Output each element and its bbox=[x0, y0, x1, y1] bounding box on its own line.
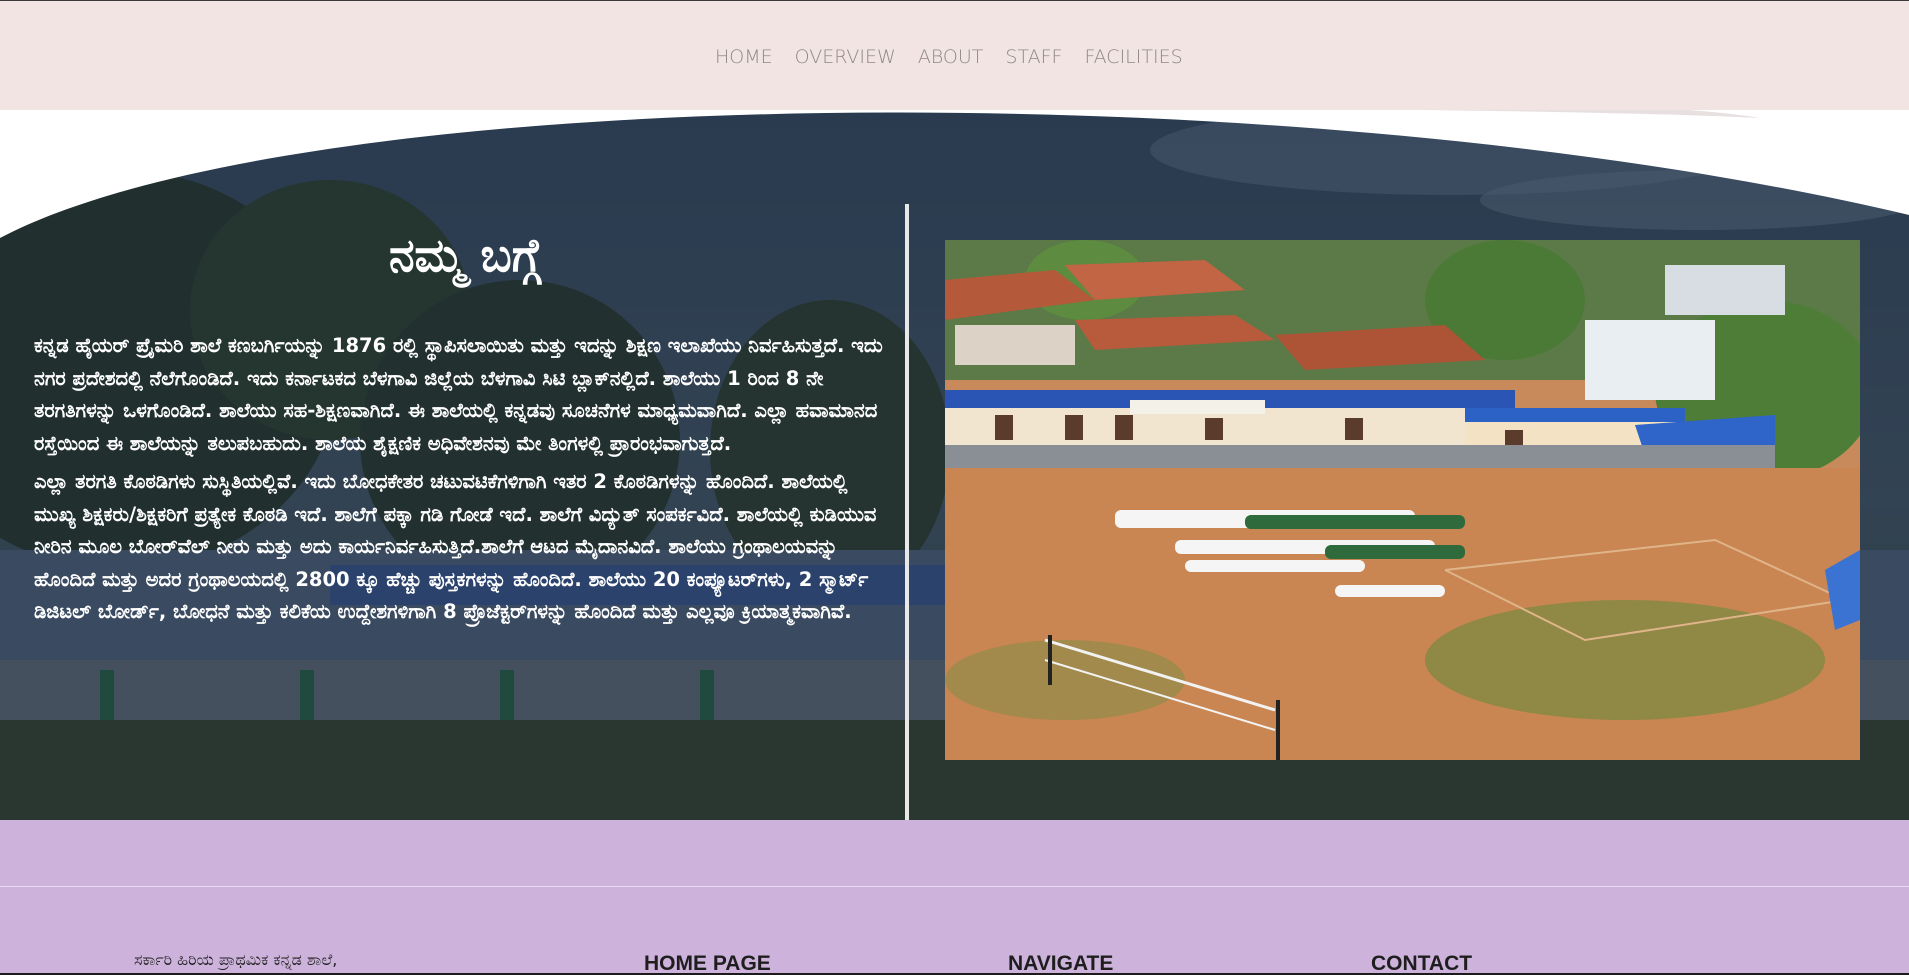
about-description: ಕನ್ನಡ ಹೈಯರ್ ಪ್ರೈಮರಿ ಶಾಲೆ ಕಣಬರ್ಗಿಯನ್ನು 18… bbox=[34, 330, 886, 635]
main-nav: HOME OVERVIEW ABOUT STAFF FACILITIES bbox=[715, 46, 1205, 68]
site-header: HOME OVERVIEW ABOUT STAFF FACILITIES bbox=[0, 0, 1909, 110]
nav-overview[interactable]: OVERVIEW bbox=[795, 46, 896, 68]
nav-facilities[interactable]: FACILITIES bbox=[1084, 46, 1182, 68]
about-paragraph-1: ಕನ್ನಡ ಹೈಯರ್ ಪ್ರೈಮರಿ ಶಾಲೆ ಕಣಬರ್ಗಿಯನ್ನು 18… bbox=[34, 334, 883, 455]
nav-about[interactable]: ABOUT bbox=[918, 46, 984, 68]
footer-divider bbox=[0, 886, 1909, 887]
footer-address: ಸರ್ಕಾರಿ ಹಿರಿಯ ಪ್ರಾಥಮಿಕ ಕನ್ನಡ ಶಾಲೆ, bbox=[134, 950, 338, 969]
footer-contact-heading: CONTACT bbox=[1371, 952, 1473, 975]
nav-staff[interactable]: STAFF bbox=[1005, 46, 1062, 68]
about-title: ನಮ್ಮ ಬಗ್ಗೆ bbox=[388, 228, 542, 282]
footer-navigate-heading: NAVIGATE bbox=[1008, 952, 1114, 975]
about-section: ನಮ್ಮ ಬಗ್ಗೆ ಕನ್ನಡ ಹೈಯರ್ ಪ್ರೈಮರಿ ಶಾಲೆ ಕಣಬರ… bbox=[0, 110, 1909, 820]
footer-home-page-heading: HOME PAGE bbox=[644, 952, 771, 975]
site-footer: ಸರ್ಕಾರಿ ಹಿರಿಯ ಪ್ರಾಥಮಿಕ ಕನ್ನಡ ಶಾಲೆ, HOME … bbox=[0, 820, 1909, 975]
vertical-divider bbox=[905, 204, 909, 820]
school-photo bbox=[945, 240, 1860, 760]
about-paragraph-2: ಎಲ್ಲಾ ತರಗತಿ ಕೊಠಡಿಗಳು ಸುಸ್ಥಿತಿಯಲ್ಲಿವೆ. ಇದ… bbox=[34, 470, 877, 623]
nav-home[interactable]: HOME bbox=[715, 46, 773, 68]
